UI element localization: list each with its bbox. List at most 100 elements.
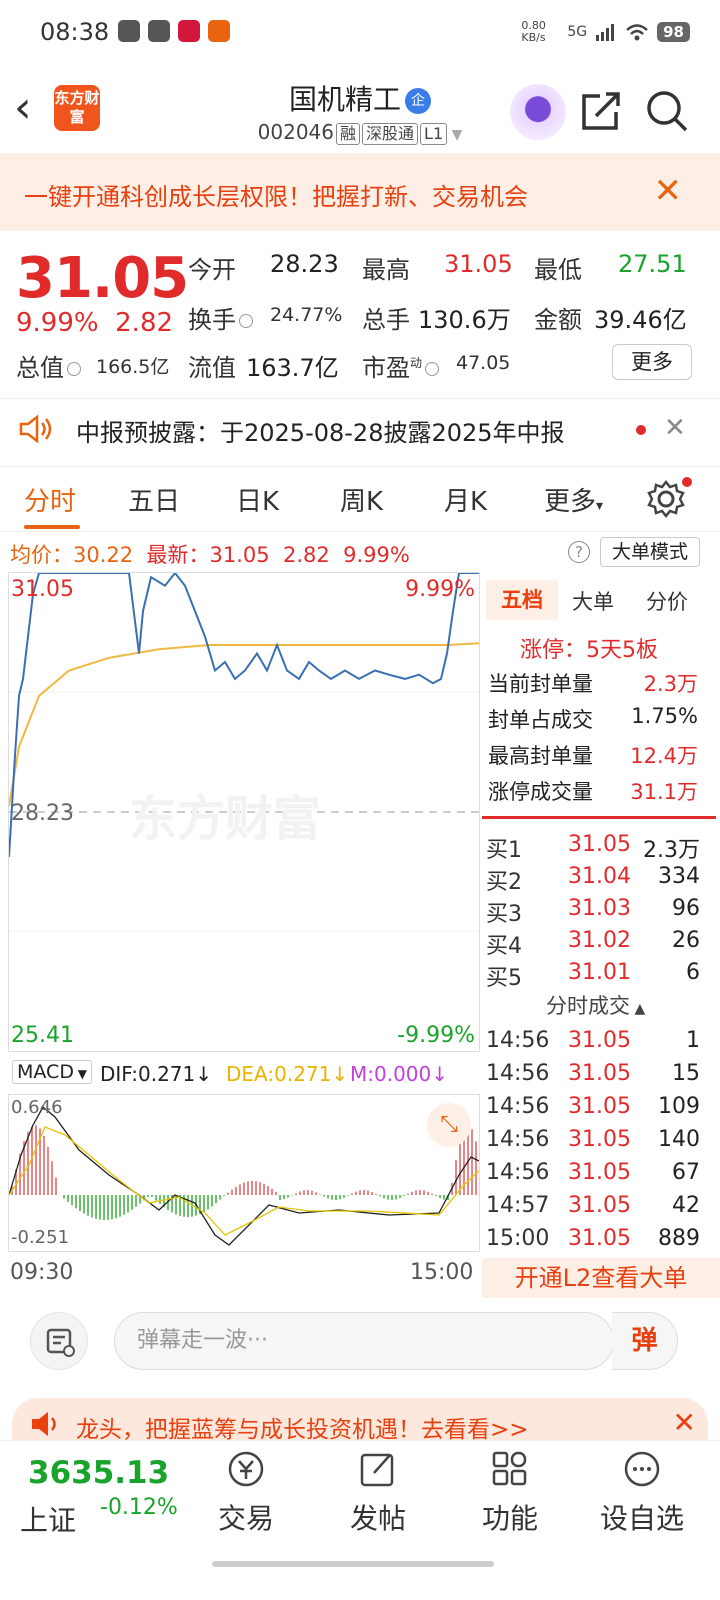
home-indicator [212,1561,494,1567]
intraday-chart[interactable]: 东方财富 31.05 9.99% 28.23 25.41 -9.99% [8,572,480,1052]
wifi-icon [626,24,648,41]
notice-bar[interactable]: 中报预披露：于2025-08-28披露2025年中报 ✕ [0,398,720,460]
nav-post[interactable]: 发帖 [328,1447,428,1537]
promo-text: 龙头，把握蓝筹与成长投资机遇！去看看>> [76,1417,529,1443]
tab-more[interactable]: 更多▾ [544,481,603,518]
bid-label: 买4 [486,934,522,959]
trade-price: 31.05 [568,1061,631,1086]
index-name: 上证 [20,1504,77,1537]
battery-icon: 98 [657,22,690,42]
app-icon [178,20,200,42]
chart-tabs: 分时 五日 日K 周K 月K 更多▾ [0,466,720,532]
assistant-avatar[interactable] [510,84,566,140]
info-icon[interactable] [425,362,440,376]
trade-price: 31.05 [568,1160,631,1185]
macd-header: MACD ▼ DIF:0.271↓ DEA:0.271↓ M:0.000↓ [8,1054,480,1094]
nav-watchlist[interactable]: 设自选 [592,1447,692,1537]
tab-big-orders[interactable]: 大单 [572,586,614,616]
trade-time: 14:56 [486,1094,550,1119]
trade-qty: 15 [672,1061,700,1086]
unread-dot [636,425,646,435]
macd-svg [9,1105,479,1246]
close-icon[interactable]: ✕ [664,413,686,443]
avg-value: 30.22 [73,543,134,567]
enterprise-badge: 企 [405,88,431,114]
pe-sup: 动 [410,356,423,370]
axis-top-price: 31.05 [11,577,74,602]
app-icon [118,20,140,42]
stat-key: 当前封单量 [488,672,593,696]
dea-line [9,1126,479,1236]
close-icon[interactable]: ✕ [673,1406,696,1439]
expand-icon[interactable]: ⤡ [427,1103,471,1147]
macd-chart[interactable]: 0.646 -0.251 ⤡ [8,1094,480,1252]
turnover-value: 24.77% [270,304,343,326]
trade-qty: 109 [658,1094,700,1119]
info-icon[interactable] [67,362,81,376]
tab-monthly[interactable]: 月K [444,481,487,518]
l2-upgrade-button[interactable]: 开通L2查看大单 [482,1258,720,1298]
promo-banner[interactable]: 一键开通科创成长层权限！把握打新、交易机会 ✕ [0,153,720,231]
bid-price: 31.05 [568,832,631,857]
macd-bot: -0.251 [11,1227,70,1248]
watermark: 东方财富 [129,791,321,847]
big-order-mode-button[interactable]: 大单模式 [600,537,700,567]
axis-top-pct: 9.99% [405,577,475,602]
help-icon[interactable]: ? [568,541,590,563]
tab-daily[interactable]: 日K [236,481,279,518]
last-price: 31.05 [16,246,189,311]
mcap-value: 166.5亿 [96,356,170,378]
index-ticker[interactable]: 3635.13 上证 -0.12% [0,1441,190,1541]
stat-value: 2.3万 [643,672,698,696]
chevron-up-icon: ▲ [630,1001,646,1017]
trade-time: 14:56 [486,1028,550,1053]
amount-value: 39.46亿 [594,306,687,334]
chevron-down-icon: ▾ [596,498,604,514]
more-button[interactable]: 更多 [612,344,692,380]
net-speed: 0.80 KB/s [521,19,546,44]
bid-price: 31.01 [568,960,631,985]
danmaku-send-button[interactable]: 弹 [612,1312,678,1370]
trade-price: 31.05 [568,1028,631,1053]
stat-value: 31.1万 [630,780,698,804]
indicator-select[interactable]: MACD ▼ [12,1060,93,1084]
bid-qty: 334 [658,864,700,889]
tab-weekly[interactable]: 周K [340,481,383,518]
signal-icon [596,24,615,41]
trades-header[interactable]: 分时成交 ▲ [546,990,645,1020]
nav-trade[interactable]: 交易 [196,1447,296,1537]
nav-functions[interactable]: 功能 [460,1447,560,1537]
last-value: 31.05 [209,543,270,567]
danmaku-input[interactable]: 弹幕走一波··· [114,1312,614,1370]
tab-price-dist[interactable]: 分价 [646,586,688,616]
index-change: -0.12% [100,1495,178,1520]
tab-intraday[interactable]: 分时 [24,481,76,518]
danmaku-settings-icon[interactable] [30,1312,88,1370]
gear-icon[interactable] [646,479,686,519]
dea-value: DEA:0.271↓ [226,1062,349,1086]
bid-label: 买2 [486,870,522,895]
yen-icon [228,1451,264,1487]
info-icon[interactable] [239,314,253,328]
search-icon[interactable] [644,88,690,134]
time-end: 15:00 [410,1260,474,1285]
tab-5day[interactable]: 五日 [128,481,180,518]
bid-label: 买5 [486,966,522,991]
trade-qty: 42 [672,1193,700,1218]
pe-label: 市盈动 [362,348,442,383]
tag-margin: 融 [336,123,361,145]
limit-up-info: 涨停：5天5板 [520,638,658,663]
dif-line [9,1105,479,1246]
more-dots-icon [624,1451,660,1487]
share-icon[interactable] [578,88,624,134]
chevron-down-icon: ▼ [447,127,463,143]
close-icon[interactable]: ✕ [654,171,683,211]
bid-qty: 6 [686,960,700,985]
signal-label: 5G [567,24,588,40]
status-bar: 08:38 0.80 KB/s 5G 98 [0,0,720,64]
axis-bot-pct: -9.99% [397,1023,475,1048]
tab-more-label: 更多 [544,487,597,517]
trades-title: 分时成交 [546,994,630,1018]
trade-price: 31.05 [568,1193,631,1218]
tab-five-levels[interactable]: 五档 [486,580,558,620]
